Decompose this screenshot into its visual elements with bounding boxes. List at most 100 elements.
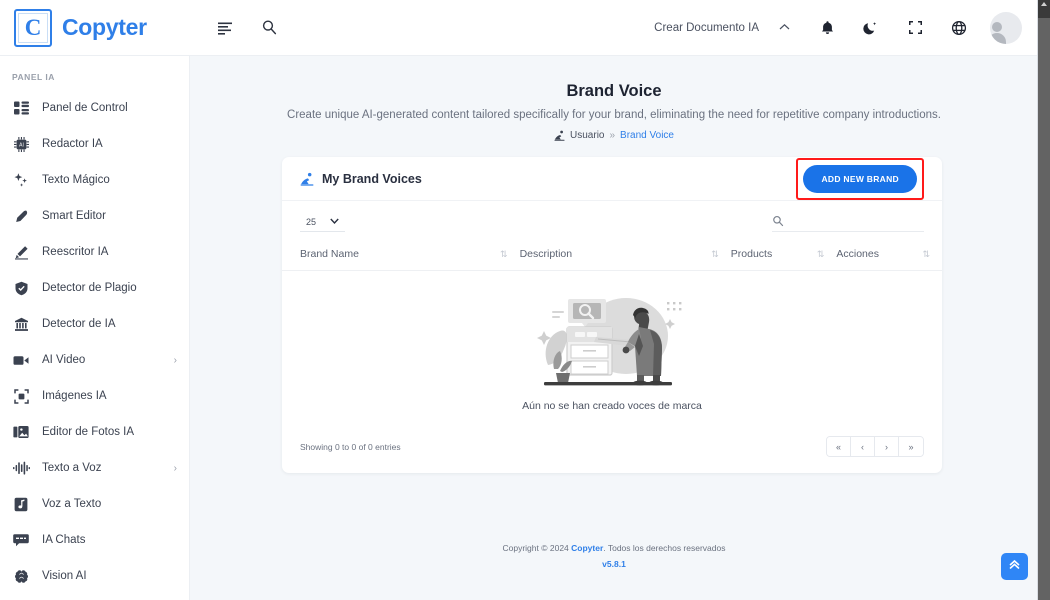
breadcrumb: Usuario » Brand Voice (190, 130, 1038, 141)
sidebar-item-imagenes-ia[interactable]: Imágenes IA (0, 378, 189, 414)
sidebar-item-detector-de-ia[interactable]: Detector de IA (0, 306, 189, 342)
search-input[interactable] (792, 215, 924, 227)
sidebar-item-vision-ai[interactable]: Vision AI (0, 558, 189, 594)
page-scrollbar[interactable] (1038, 0, 1050, 600)
empty-state: Aún no se han creado voces de marca (282, 289, 942, 418)
footer-brand[interactable]: Copyter (571, 543, 603, 553)
music-note-icon (12, 497, 30, 512)
sort-icon: ⇅ (500, 248, 508, 259)
column-label: Description (519, 248, 573, 260)
breadcrumb-current[interactable]: Brand Voice (620, 130, 674, 141)
table-footer: Showing 0 to 0 of 0 entries « ‹ › » (282, 424, 942, 473)
column-acciones[interactable]: Acciones ⇅ (836, 238, 942, 271)
sort-icon: ⇅ (922, 248, 930, 259)
copyright-suffix: . Todos los derechos reservados (603, 543, 726, 553)
menu-lines-icon[interactable] (208, 11, 242, 45)
sidebar-item-label: Smart Editor (42, 210, 106, 222)
sidebar-item-label: Vision AI (42, 570, 87, 582)
sidebar: PANEL IA Panel de Control AI Redactor IA… (0, 56, 190, 600)
create-document-link[interactable]: Crear Documento IA (654, 22, 759, 34)
sidebar-item-smart-editor[interactable]: Smart Editor (0, 198, 189, 234)
shield-check-icon (12, 281, 30, 296)
copyright-prefix: Copyright © 2024 (502, 543, 572, 553)
sidebar-item-label: Imágenes IA (42, 390, 107, 402)
compress-icon[interactable] (898, 11, 932, 45)
chevron-down-icon (330, 217, 339, 227)
sparkles-icon (12, 172, 30, 188)
breadcrumb-parent[interactable]: Usuario (570, 130, 604, 141)
page-subtitle: Create unique AI-generated content tailo… (287, 109, 941, 121)
table-body: Aún no se han creado voces de marca (282, 271, 942, 425)
page-last[interactable]: » (899, 437, 923, 456)
search-icon[interactable] (252, 11, 286, 45)
logo-letter: C (24, 15, 42, 40)
sidebar-item-label: Detector de IA (42, 318, 116, 330)
column-description[interactable]: Description ⇅ (519, 238, 731, 271)
brand-voice-icon (300, 172, 314, 186)
photo-edit-icon (12, 425, 30, 439)
card-header: My Brand Voices ADD NEW BRAND (282, 157, 942, 201)
top-navigation-bar: C Copyter Crear Documento IA (0, 0, 1038, 56)
sidebar-item-label: Panel de Control (42, 102, 128, 114)
sidebar-item-ai-video[interactable]: AI Video › (0, 342, 189, 378)
sidebar-chevron-right-icon: › (173, 354, 177, 366)
topbar-left-icons (208, 11, 286, 45)
sidebar-item-redactor-ia[interactable]: AI Redactor IA (0, 126, 189, 162)
moon-icon[interactable] (854, 11, 888, 45)
page-length-select[interactable]: 25 (300, 215, 346, 232)
version-label: v5.8.1 (602, 559, 626, 569)
add-new-brand-highlight: ADD NEW BRAND (796, 157, 924, 200)
topbar-right-controls: Crear Documento IA (654, 11, 1038, 45)
sidebar-item-editor-de-fotos-ia[interactable]: Editor de Fotos IA (0, 414, 189, 450)
sidebar-item-texto-magico[interactable]: Texto Mágico (0, 162, 189, 198)
globe-icon[interactable] (942, 11, 976, 45)
waveform-icon (12, 461, 30, 475)
sidebar-item-label: IA Chats (42, 534, 86, 546)
sidebar-item-label: Reescritor IA (42, 246, 109, 258)
sidebar-item-detector-de-plagio[interactable]: Detector de Plagio (0, 270, 189, 306)
sidebar-item-label: Voz a Texto (42, 498, 102, 510)
brand-logo-zone[interactable]: C Copyter (0, 8, 190, 47)
breadcrumb-separator: » (609, 130, 616, 141)
dashboard-icon (12, 101, 30, 116)
person-searching-file-cabinet-illustration (530, 289, 695, 394)
page-prev[interactable]: ‹ (851, 437, 875, 456)
video-camera-icon (12, 354, 30, 367)
copyright-line: Copyright © 2024 Copyter. Todos los dere… (190, 543, 1038, 553)
empty-state-cell: Aún no se han creado voces de marca (282, 271, 942, 425)
card-title: My Brand Voices (322, 171, 422, 186)
svg-text:AI: AI (19, 142, 24, 148)
brand-voices-card: My Brand Voices ADD NEW BRAND 25 Brand N… (282, 157, 942, 473)
chat-bubble-icon (12, 533, 30, 547)
table-head: Brand Name ⇅ Description ⇅ Products ⇅ Ac… (282, 238, 942, 271)
sort-icon: ⇅ (816, 248, 825, 259)
column-products[interactable]: Products ⇅ (730, 238, 837, 271)
scrollbar-up-arrow-icon[interactable] (1041, 2, 1047, 6)
brand-voices-table: Brand Name ⇅ Description ⇅ Products ⇅ Ac… (282, 238, 942, 424)
scroll-to-top-button[interactable] (1001, 553, 1028, 580)
column-brand-name[interactable]: Brand Name ⇅ (282, 238, 520, 271)
image-frame-icon (12, 388, 30, 404)
empty-state-row: Aún no se han creado voces de marca (282, 271, 942, 425)
sidebar-item-label: Texto a Voz (42, 462, 102, 474)
search-icon (772, 215, 784, 227)
add-new-brand-button[interactable]: ADD NEW BRAND (803, 164, 917, 193)
page-next[interactable]: › (875, 437, 899, 456)
chevron-up-icon[interactable] (769, 22, 800, 34)
avatar[interactable] (990, 11, 1022, 44)
sidebar-item-voz-a-texto[interactable]: Voz a Texto (0, 486, 189, 522)
sidebar-item-panel-de-control[interactable]: Panel de Control (0, 90, 189, 126)
bank-ai-icon (12, 317, 30, 332)
page-footer: Copyright © 2024 Copyter. Todos los dere… (190, 543, 1038, 569)
app-root: C Copyter Crear Documento IA PANEL IA Pa… (0, 0, 1050, 600)
double-chevron-up-icon (1008, 558, 1021, 576)
sidebar-item-texto-a-voz[interactable]: Texto a Voz › (0, 450, 189, 486)
sidebar-item-ia-chats[interactable]: IA Chats (0, 522, 189, 558)
sidebar-item-label: Texto Mágico (42, 174, 110, 186)
page-first[interactable]: « (827, 437, 851, 456)
table-search[interactable] (772, 215, 924, 232)
sidebar-section-label: PANEL IA (12, 72, 55, 82)
table-toolbar: 25 (282, 201, 942, 238)
bell-icon[interactable] (810, 11, 844, 45)
sidebar-item-reescritor-ia[interactable]: Reescritor IA (0, 234, 189, 270)
